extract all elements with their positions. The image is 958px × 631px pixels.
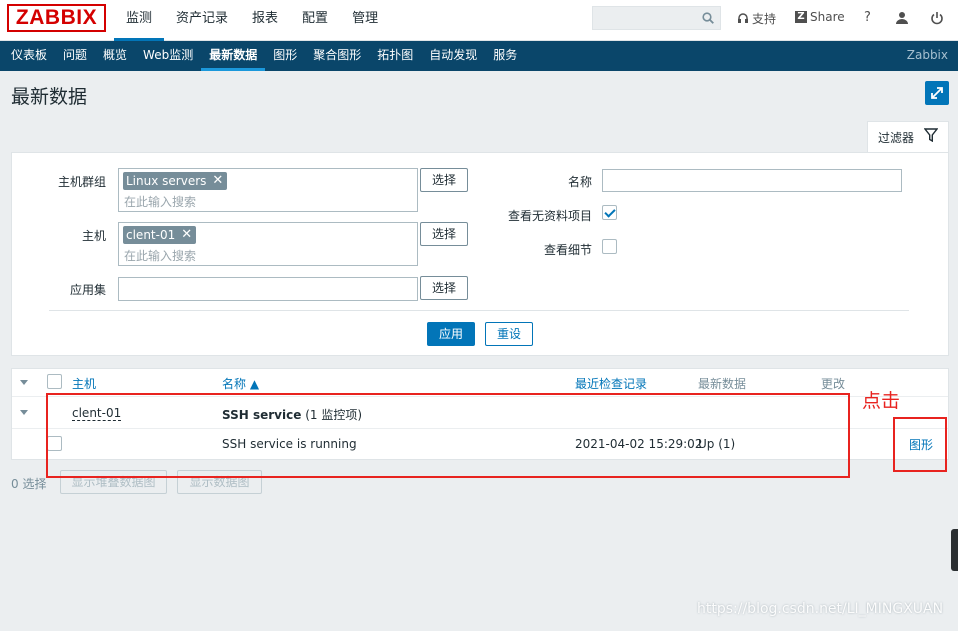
share-link[interactable]: Z Share — [795, 10, 845, 24]
submenu-screens[interactable]: 聚合图形 — [305, 41, 369, 71]
host-group-multiselect[interactable]: Linux servers ✕ 在此输入搜索 — [118, 168, 418, 212]
menu-reports[interactable]: 报表 — [240, 0, 290, 41]
host-chip-label: clent-01 — [126, 228, 176, 242]
help-icon[interactable]: ? — [864, 10, 871, 25]
submenu-latest-data[interactable]: 最新数据 — [201, 41, 266, 71]
application-label: 应用集 — [69, 283, 106, 297]
filter-tab-label: 过滤器 — [878, 131, 915, 145]
col-name[interactable]: 名称 ▲ — [222, 375, 259, 392]
collapse-all-icon[interactable] — [20, 380, 28, 385]
page-title: 最新数据 — [11, 86, 88, 108]
sub-menu: 仪表板 问题 概览 Web监测 最新数据 图形 聚合图形 拓扑图 自动发现 服务 — [3, 41, 525, 71]
host-label: 主机 — [81, 229, 106, 243]
annotation-highlight-graph — [893, 417, 947, 472]
watermark: https://blog.csdn.net/LI_MINGXUAN — [697, 601, 944, 617]
application-select-button[interactable]: 选择 — [420, 276, 468, 300]
submenu-discovery[interactable]: 自动发现 — [421, 41, 485, 71]
headset-icon — [738, 12, 748, 23]
show-without-data-checkbox[interactable] — [602, 205, 617, 220]
support-label: 支持 — [752, 12, 777, 26]
host-group-chip: Linux servers ✕ — [123, 172, 228, 190]
host-group-label: 主机群组 — [57, 175, 106, 189]
col-last-check[interactable]: 最近检查记录 — [575, 375, 647, 392]
filter-divider — [49, 310, 909, 311]
menu-administration[interactable]: 管理 — [340, 0, 390, 41]
sub-menu-bar: 仪表板 问题 概览 Web监测 最新数据 图形 聚合图形 拓扑图 自动发现 服务… — [0, 41, 958, 71]
show-details-label: 查看细节 — [543, 243, 592, 257]
host-multiselect[interactable]: clent-01 ✕ 在此输入搜索 — [118, 222, 418, 266]
show-without-data-label: 查看无资料项目 — [507, 209, 592, 223]
apply-button[interactable]: 应用 — [427, 322, 475, 346]
remove-chip-icon[interactable]: ✕ — [181, 226, 192, 244]
sign-out-icon[interactable] — [930, 11, 944, 25]
host-group-chip-label: Linux servers — [126, 174, 207, 188]
host-group-search-hint[interactable]: 在此输入搜索 — [124, 193, 196, 210]
submenu-web[interactable]: Web监测 — [135, 41, 201, 71]
top-header: ZABBIX 监测 资产记录 报表 配置 管理 支持 Z Share ? — [0, 0, 958, 41]
global-search-input[interactable] — [592, 6, 721, 30]
user-profile-icon[interactable] — [895, 11, 909, 25]
menu-monitoring[interactable]: 监测 — [114, 0, 165, 41]
collapse-row-icon[interactable] — [20, 410, 28, 415]
menu-inventory[interactable]: 资产记录 — [164, 0, 240, 41]
remove-chip-icon[interactable]: ✕ — [212, 172, 223, 190]
col-host[interactable]: 主机 — [72, 375, 96, 392]
submenu-problems[interactable]: 问题 — [55, 41, 95, 71]
reset-button[interactable]: 重设 — [485, 322, 533, 346]
funnel-icon — [924, 128, 938, 142]
annotation-highlight-row — [46, 393, 850, 478]
menu-configuration[interactable]: 配置 — [290, 0, 340, 41]
col-change: 更改 — [821, 377, 846, 391]
submenu-dashboard[interactable]: 仪表板 — [3, 41, 55, 71]
show-details-checkbox[interactable] — [602, 239, 617, 254]
name-label: 名称 — [567, 175, 592, 189]
expand-icon — [931, 87, 943, 99]
share-z-icon: Z — [795, 11, 807, 23]
select-all-checkbox[interactable] — [47, 374, 62, 389]
zabbix-logo[interactable]: ZABBIX — [7, 4, 106, 32]
host-group-select-button[interactable]: 选择 — [420, 168, 468, 192]
submenu-graphs[interactable]: 图形 — [265, 41, 305, 71]
host-search-hint[interactable]: 在此输入搜索 — [124, 247, 196, 264]
share-label: Share — [810, 10, 845, 24]
col-last-value: 最新数据 — [698, 377, 747, 391]
filter-panel: 主机群组 Linux servers ✕ 在此输入搜索 选择 主机 clent-… — [11, 152, 949, 356]
fullscreen-button[interactable] — [925, 81, 949, 105]
main-menu: 监测 资产记录 报表 配置 管理 — [114, 0, 390, 41]
server-name: Zabbix — [906, 48, 948, 62]
host-chip: clent-01 ✕ — [123, 226, 197, 244]
scrollbar-thumb[interactable] — [951, 529, 958, 571]
filter-tab[interactable]: 过滤器 — [867, 121, 949, 153]
submenu-overview[interactable]: 概览 — [95, 41, 135, 71]
name-input[interactable] — [602, 169, 902, 192]
selected-count: 0 选择 — [11, 477, 47, 491]
submenu-maps[interactable]: 拓扑图 — [369, 41, 421, 71]
search-icon[interactable] — [702, 12, 714, 24]
submenu-services[interactable]: 服务 — [485, 41, 525, 71]
support-link[interactable]: 支持 — [737, 10, 776, 27]
annotation-click-text: 点击 — [862, 390, 901, 412]
application-input[interactable] — [118, 277, 418, 301]
